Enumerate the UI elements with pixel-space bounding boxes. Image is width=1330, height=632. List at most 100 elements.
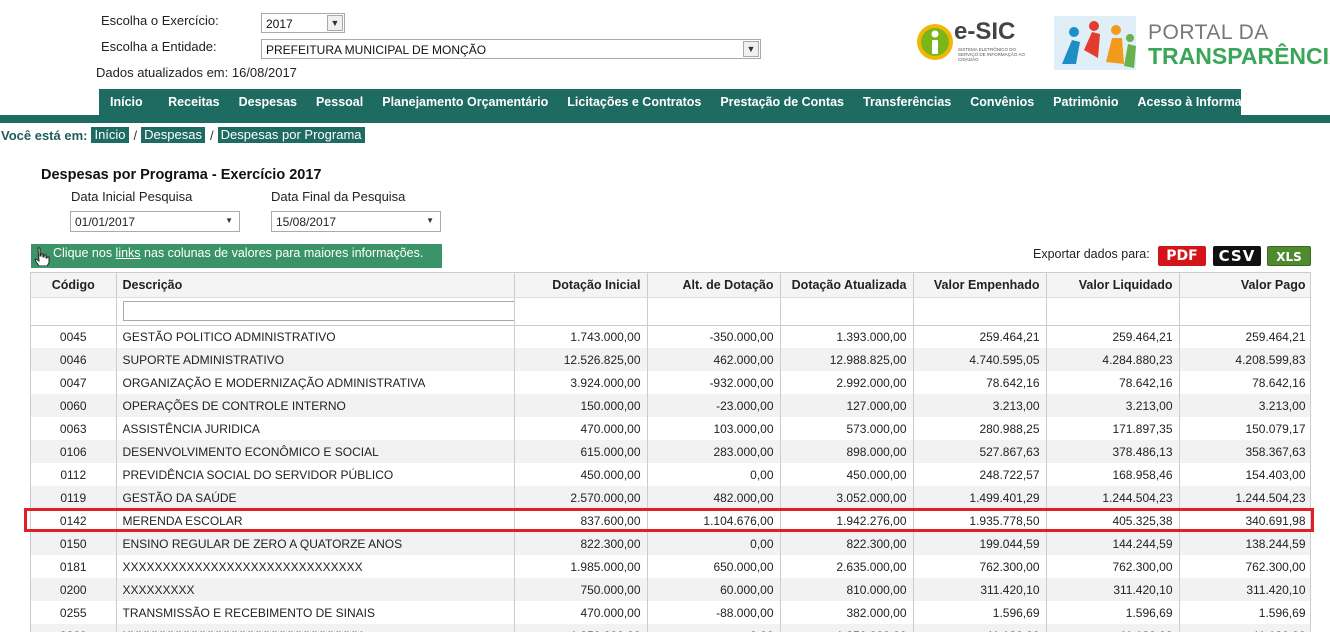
cell-dotacao-inicial[interactable]: 2.570.000,00: [514, 486, 648, 509]
col-header-codigo[interactable]: Código: [31, 273, 117, 298]
menu-item-acesso[interactable]: Acesso à Informação: [1128, 89, 1273, 115]
dropdown-arrow-icon[interactable]: ▼: [225, 216, 233, 225]
menu-item-inicio[interactable]: Início: [99, 89, 159, 115]
cell-alt-dotacao[interactable]: 0,00: [647, 532, 781, 555]
cell-alt-dotacao[interactable]: 0,00: [647, 624, 781, 632]
col-header-valor-liquidado[interactable]: Valor Liquidado: [1046, 273, 1180, 298]
cell-valor-liquidado[interactable]: 1.244.504,23: [1046, 486, 1180, 509]
menu-item-prestacao[interactable]: Prestação de Contas: [711, 89, 854, 115]
cell-alt-dotacao[interactable]: -350.000,00: [647, 325, 781, 348]
chevron-down-icon[interactable]: ▼: [743, 41, 759, 57]
cell-valor-empenhado[interactable]: 1.499.401,29: [913, 486, 1047, 509]
col-header-valor-empenhado[interactable]: Valor Empenhado: [913, 273, 1047, 298]
cell-dotacao-inicial[interactable]: 3.924.000,00: [514, 371, 648, 394]
cell-dotacao-inicial[interactable]: 470.000,00: [514, 417, 648, 440]
col-header-descricao[interactable]: Descrição: [116, 273, 515, 298]
cell-valor-liquidado[interactable]: 1.596,69: [1046, 601, 1180, 624]
entidade-select[interactable]: PREFEITURA MUNICIPAL DE MONÇÃO ▼: [261, 39, 761, 59]
breadcrumb-despesas[interactable]: Despesas: [141, 127, 205, 143]
cell-dotacao-inicial[interactable]: 1.743.000,00: [514, 325, 648, 348]
cell-dotacao-inicial[interactable]: 822.300,00: [514, 532, 648, 555]
info-links-link[interactable]: links: [116, 246, 141, 260]
cell-alt-dotacao[interactable]: 60.000,00: [647, 578, 781, 601]
col-header-valor-pago[interactable]: Valor Pago: [1179, 273, 1310, 298]
cell-dotacao-atualizada[interactable]: 810.000,00: [780, 578, 914, 601]
cell-dotacao-inicial[interactable]: 1.985.000,00: [514, 555, 648, 578]
exercicio-select[interactable]: 2017 ▼: [261, 13, 345, 33]
cell-dotacao-inicial[interactable]: 470.000,00: [514, 601, 648, 624]
descricao-filter-input[interactable]: [122, 301, 513, 321]
cell-alt-dotacao[interactable]: -88.000,00: [647, 601, 781, 624]
cell-valor-pago[interactable]: 150.079,17: [1179, 417, 1310, 440]
cell-valor-liquidado[interactable]: 144.244,59: [1046, 532, 1180, 555]
cell-valor-pago[interactable]: 1.596,69: [1179, 601, 1310, 624]
breadcrumb-inicio[interactable]: Início: [91, 127, 129, 143]
cell-alt-dotacao[interactable]: 103.000,00: [647, 417, 781, 440]
cell-dotacao-inicial[interactable]: 12.526.825,00: [514, 348, 648, 371]
col-header-dotacao-inicial[interactable]: Dotação Inicial: [514, 273, 648, 298]
cell-valor-empenhado[interactable]: 311.420,10: [913, 578, 1047, 601]
cell-valor-empenhado[interactable]: 1.596,69: [913, 601, 1047, 624]
cell-valor-empenhado[interactable]: 11.130,00: [913, 624, 1047, 632]
export-csv-button[interactable]: CSV: [1213, 246, 1261, 266]
menu-item-transferencias[interactable]: Transferências: [854, 89, 961, 115]
esic-logo[interactable]: e-SIC SISTEMA ELETRÔNICO DO SERVIÇO DE I…: [916, 18, 1032, 64]
cell-dotacao-atualizada[interactable]: 573.000,00: [780, 417, 914, 440]
menu-item-despesas[interactable]: Despesas: [229, 89, 306, 115]
menu-item-pessoal[interactable]: Pessoal: [306, 89, 372, 115]
menu-item-convenios[interactable]: Convênios: [961, 89, 1044, 115]
cell-dotacao-atualizada[interactable]: 2.992.000,00: [780, 371, 914, 394]
cell-valor-pago[interactable]: 3.213,00: [1179, 394, 1310, 417]
cell-dotacao-atualizada[interactable]: 450.000,00: [780, 463, 914, 486]
dropdown-arrow-icon[interactable]: ▼: [426, 216, 434, 225]
cell-dotacao-inicial[interactable]: 1.350.000,00: [514, 624, 648, 632]
cell-alt-dotacao[interactable]: 0,00: [647, 463, 781, 486]
cell-dotacao-inicial[interactable]: 450.000,00: [514, 463, 648, 486]
cell-valor-liquidado[interactable]: 762.300,00: [1046, 555, 1180, 578]
cell-valor-liquidado[interactable]: 4.284.880,23: [1046, 348, 1180, 371]
cell-valor-empenhado[interactable]: 3.213,00: [913, 394, 1047, 417]
cell-dotacao-inicial[interactable]: 150.000,00: [514, 394, 648, 417]
cell-dotacao-atualizada[interactable]: 382.000,00: [780, 601, 914, 624]
menu-item-licitacoes[interactable]: Licitações e Contratos: [558, 89, 711, 115]
cell-valor-pago[interactable]: 78.642,16: [1179, 371, 1310, 394]
cell-valor-liquidado[interactable]: 11.130,00: [1046, 624, 1180, 632]
cell-valor-liquidado[interactable]: 168.958,46: [1046, 463, 1180, 486]
cell-alt-dotacao[interactable]: 650.000,00: [647, 555, 781, 578]
cell-alt-dotacao[interactable]: -23.000,00: [647, 394, 781, 417]
cell-valor-empenhado[interactable]: 78.642,16: [913, 371, 1047, 394]
cell-valor-pago[interactable]: 259.464,21: [1179, 325, 1310, 348]
cell-dotacao-atualizada[interactable]: 12.988.825,00: [780, 348, 914, 371]
cell-valor-pago[interactable]: 154.403,00: [1179, 463, 1310, 486]
cell-alt-dotacao[interactable]: 462.000,00: [647, 348, 781, 371]
cell-valor-pago[interactable]: 1.244.504,23: [1179, 486, 1310, 509]
portal-transparencia-logo[interactable]: PORTAL DA TRANSPARÊNCIA: [1052, 14, 1330, 72]
col-header-alt-dotacao[interactable]: Alt. de Dotação: [647, 273, 781, 298]
cell-valor-liquidado[interactable]: 378.486,13: [1046, 440, 1180, 463]
date-start-field[interactable]: 01/01/2017 ▼: [70, 211, 240, 232]
menu-item-planejamento[interactable]: Planejamento Orçamentário: [373, 89, 558, 115]
cell-valor-pago[interactable]: 358.367,63: [1179, 440, 1310, 463]
cell-dotacao-inicial[interactable]: 615.000,00: [514, 440, 648, 463]
cell-valor-empenhado[interactable]: 280.988,25: [913, 417, 1047, 440]
cell-valor-empenhado[interactable]: 259.464,21: [913, 325, 1047, 348]
cell-dotacao-atualizada[interactable]: 898.000,00: [780, 440, 914, 463]
cell-valor-empenhado[interactable]: 199.044,59: [913, 532, 1047, 555]
cell-valor-empenhado[interactable]: 4.740.595,05: [913, 348, 1047, 371]
cell-valor-liquidado[interactable]: 78.642,16: [1046, 371, 1180, 394]
cell-valor-liquidado[interactable]: 3.213,00: [1046, 394, 1180, 417]
export-xls-button[interactable]: XLS: [1267, 246, 1311, 266]
cell-valor-liquidado[interactable]: 311.420,10: [1046, 578, 1180, 601]
cell-dotacao-atualizada[interactable]: 1.350.000,00: [780, 624, 914, 632]
breadcrumb-current[interactable]: Despesas por Programa: [217, 127, 365, 143]
cell-alt-dotacao[interactable]: -932.000,00: [647, 371, 781, 394]
cell-valor-pago[interactable]: 4.208.599,83: [1179, 348, 1310, 371]
cell-valor-pago[interactable]: 138.244,59: [1179, 532, 1310, 555]
cell-valor-liquidado[interactable]: 259.464,21: [1046, 325, 1180, 348]
cell-valor-pago[interactable]: 11.130,00: [1179, 624, 1310, 632]
cell-alt-dotacao[interactable]: 283.000,00: [647, 440, 781, 463]
cell-dotacao-atualizada[interactable]: 3.052.000,00: [780, 486, 914, 509]
menu-item-patrimonio[interactable]: Patrimônio: [1044, 89, 1128, 115]
cell-dotacao-atualizada[interactable]: 127.000,00: [780, 394, 914, 417]
cell-dotacao-atualizada[interactable]: 2.635.000,00: [780, 555, 914, 578]
